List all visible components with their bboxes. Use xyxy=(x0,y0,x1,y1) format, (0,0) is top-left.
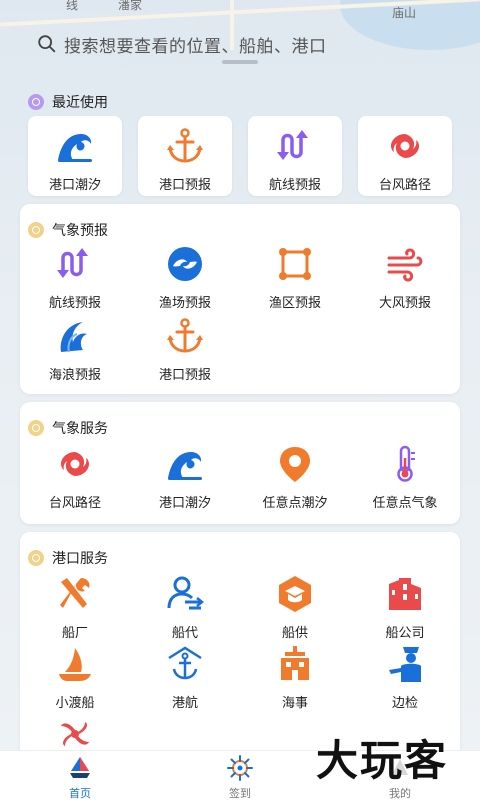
watermark-text: 大玩客 xyxy=(316,736,449,785)
port-item-supply[interactable]: 船供 xyxy=(240,574,350,641)
supply-icon xyxy=(279,576,311,612)
forecast-item-port[interactable]: 港口预报 xyxy=(130,316,240,383)
propeller-icon xyxy=(61,722,89,746)
clock-icon xyxy=(28,420,44,436)
tools-icon xyxy=(60,578,90,608)
fish-icon xyxy=(168,247,202,281)
sea-wave-icon xyxy=(60,322,87,353)
port-item-agent[interactable]: 船代 xyxy=(130,574,240,641)
map-label: 潘家 xyxy=(118,0,143,12)
forecast-item-gale[interactable]: 大风预报 xyxy=(350,244,460,311)
route-icon xyxy=(277,130,308,160)
typhoon-icon xyxy=(391,134,419,158)
tab-home[interactable]: 首页 xyxy=(40,755,120,801)
port-item-shipyard[interactable]: 船厂 xyxy=(20,574,130,641)
wind-icon xyxy=(387,248,423,282)
anchor-icon xyxy=(167,128,203,163)
service-sheet: 最近使用 港口潮汐 港口预报 航线预报 台风路径 气象预报 航线预报 渔场预报 … xyxy=(0,50,480,762)
officer-icon xyxy=(389,647,421,682)
recent-item-route-forecast[interactable]: 航线预报 xyxy=(248,116,342,196)
port-anchor-icon xyxy=(168,646,202,680)
company-icon xyxy=(389,578,421,610)
tab-check-in[interactable]: 签到 xyxy=(200,755,280,801)
sheet-drag-handle[interactable] xyxy=(222,60,258,64)
recent-title: 最近使用 xyxy=(28,92,108,112)
service-item-point-tide[interactable]: 任意点潮汐 xyxy=(240,444,350,511)
port-service-title: 港口服务 xyxy=(28,548,108,568)
anchor-icon xyxy=(167,318,203,353)
fishing-area-icon xyxy=(279,248,311,280)
port-item-border-inspection[interactable]: 边检 xyxy=(350,644,460,711)
weather-service-title: 气象服务 xyxy=(28,418,108,438)
recent-item-port-tide[interactable]: 港口潮汐 xyxy=(28,116,122,196)
port-item-port-navigation[interactable]: 港航 xyxy=(130,644,240,711)
home-sail-icon xyxy=(70,757,90,778)
clock-icon xyxy=(28,550,44,566)
helm-icon xyxy=(227,755,253,781)
location-pin-icon xyxy=(280,447,310,482)
forecast-item-sea-wave[interactable]: 海浪预报 xyxy=(20,316,130,383)
port-item-maritime[interactable]: 海事 xyxy=(240,644,350,711)
clock-icon xyxy=(28,222,44,238)
map-label: 线 xyxy=(66,0,79,12)
agent-icon xyxy=(167,576,205,610)
port-item-shipping-company[interactable]: 船公司 xyxy=(350,574,460,641)
port-item-ferry[interactable]: 小渡船 xyxy=(20,644,130,711)
service-item-port-tide[interactable]: 港口潮汐 xyxy=(130,444,240,511)
wave-icon xyxy=(168,452,202,480)
forecast-item-fishery[interactable]: 渔场预报 xyxy=(130,244,240,311)
weather-forecast-title: 气象预报 xyxy=(28,220,108,240)
weather-service-card: 气象服务 台风路径 港口潮汐 任意点潮汐 任意点气象 xyxy=(20,402,460,524)
thermometer-icon xyxy=(397,445,415,482)
maritime-building-icon xyxy=(281,646,309,680)
typhoon-icon xyxy=(61,452,89,476)
map-label: 庙山 xyxy=(392,6,417,20)
weather-forecast-card: 气象预报 航线预报 渔场预报 渔区预报 大风预报 海浪预报 港口预报 xyxy=(20,204,460,394)
wave-icon xyxy=(58,134,92,162)
clock-icon xyxy=(28,94,44,110)
service-item-point-weather[interactable]: 任意点气象 xyxy=(350,444,460,511)
sailboat-icon xyxy=(59,648,91,681)
forecast-item-fishing-area[interactable]: 渔区预报 xyxy=(240,244,350,311)
route-icon xyxy=(57,248,88,278)
forecast-item-route[interactable]: 航线预报 xyxy=(20,244,130,311)
service-item-typhoon[interactable]: 台风路径 xyxy=(20,444,130,511)
recent-item-typhoon[interactable]: 台风路径 xyxy=(358,116,452,196)
recent-item-port-forecast[interactable]: 港口预报 xyxy=(138,116,232,196)
